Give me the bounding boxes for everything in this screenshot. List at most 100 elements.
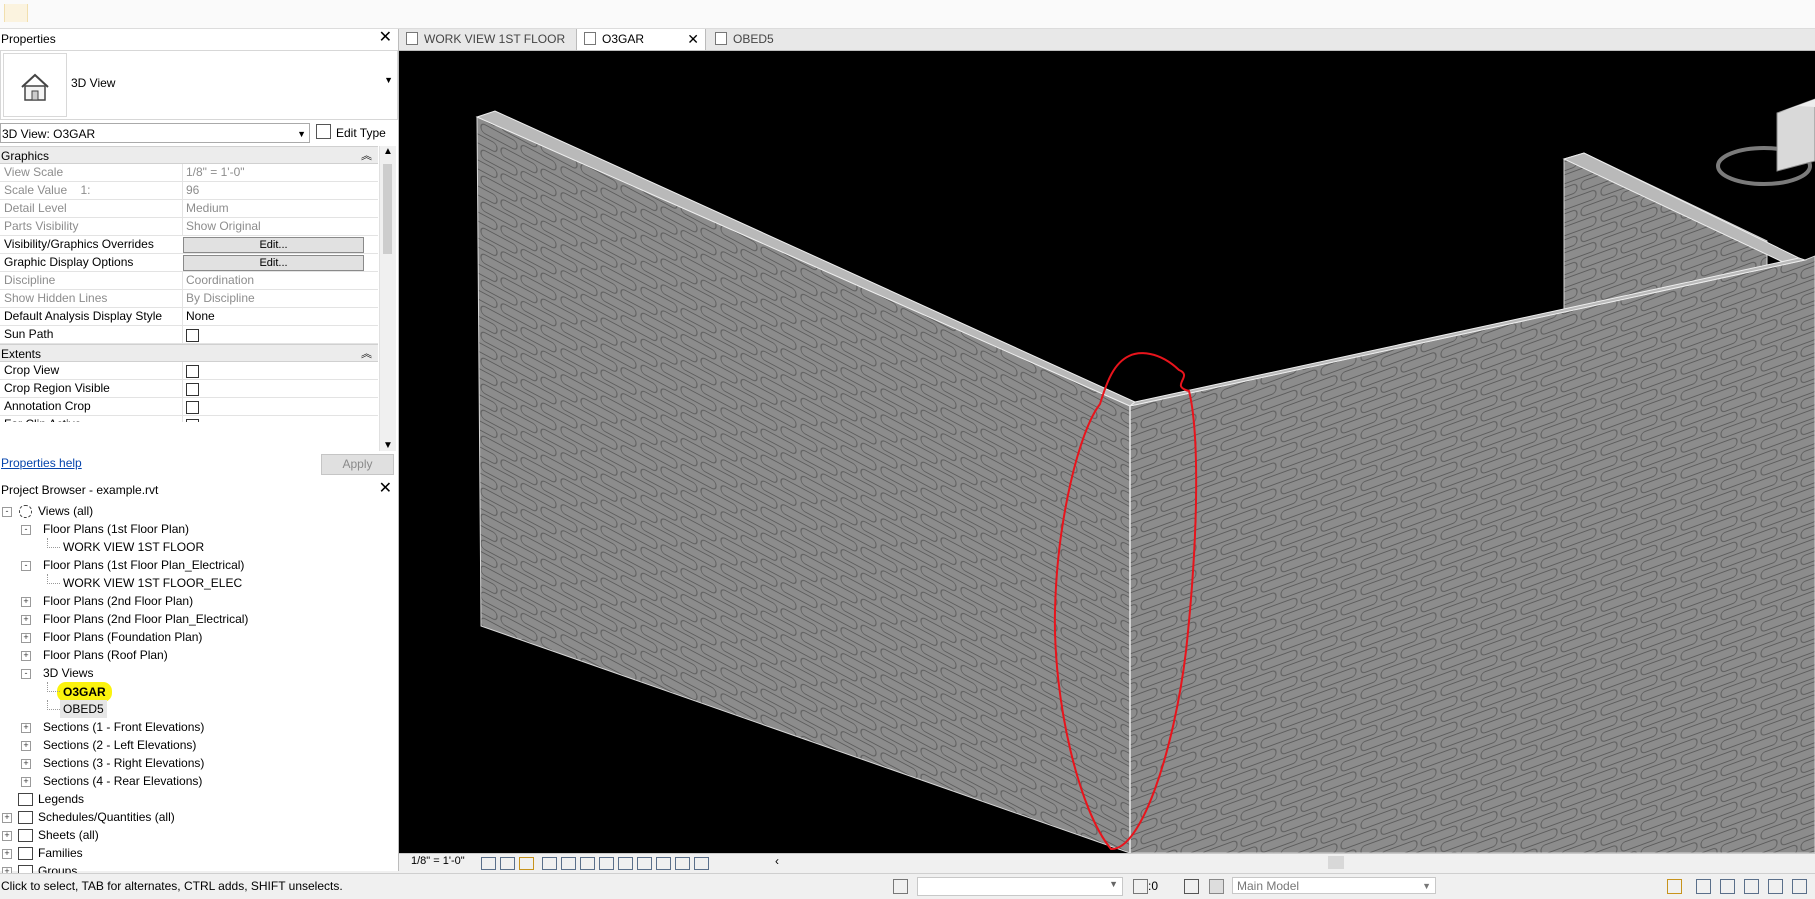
model-canvas[interactable] [399,51,1815,853]
properties-help-link[interactable]: Properties help [1,456,82,470]
left-wall[interactable] [476,116,1131,853]
crop-view-checkbox[interactable] [186,365,199,378]
expand-icon[interactable]: + [21,777,31,787]
collapse-icon[interactable]: ︽ [361,345,372,363]
edit-type-button[interactable]: Edit Type [316,123,386,143]
expand-icon[interactable]: + [21,759,31,769]
tree-item[interactable]: WORK VIEW 1ST FLOOR [0,538,390,556]
tree-item[interactable]: + Sections (2 - Left Elevations) [0,736,390,754]
tree-item[interactable]: WORK VIEW 1ST FLOOR_ELEC [0,574,390,592]
group-extents[interactable]: Extents ︽ [0,344,378,362]
tree-item[interactable]: Legends [0,790,390,808]
tree-item[interactable]: - Views (all) [0,502,390,520]
tree-item[interactable]: + Floor Plans (Roof Plan) [0,646,390,664]
tab-close-icon[interactable]: ✕ [687,29,699,50]
apply-button[interactable]: Apply [321,454,394,475]
prop-value[interactable]: None [182,308,376,325]
expand-icon[interactable]: + [21,651,31,661]
scroll-thumb[interactable] [383,164,392,254]
collapse-icon[interactable]: ︽ [361,147,372,165]
expand-icon[interactable]: + [2,849,12,859]
workset-icon[interactable] [893,879,908,894]
type-selector[interactable]: 3D View ▼ [0,50,398,120]
scroll-down-icon[interactable]: ▼ [383,440,393,451]
expand-icon[interactable]: + [21,633,31,643]
view-cube[interactable] [1716,98,1815,186]
tree-item[interactable]: + Schedules/Quantities (all) [0,808,390,826]
worksharing-icon[interactable] [675,857,690,870]
tree-item[interactable]: + Sections (1 - Front Elevations) [0,718,390,736]
scroll-up-icon[interactable]: ▲ [383,146,393,157]
tab-work-view-1st-floor[interactable]: WORK VIEW 1ST FLOOR [399,29,574,50]
tree-item[interactable]: + Sections (3 - Right Elevations) [0,754,390,772]
tab-obed5[interactable]: OBED5 [708,29,818,50]
group-graphics[interactable]: Graphics ︽ [0,146,378,164]
project-browser-close-icon[interactable]: ✕ [379,480,392,498]
visual-style-icon[interactable] [500,857,515,870]
expand-icon[interactable]: + [21,723,31,733]
expand-icon[interactable]: + [21,741,31,751]
tree-item[interactable]: OBED5 [0,700,390,718]
prop-value[interactable]: Medium [182,200,376,217]
tree-item[interactable]: + Families [0,844,390,862]
sun-path-icon[interactable] [519,857,534,870]
prop-value[interactable]: 96 [182,182,376,199]
prop-value[interactable]: Coordination [182,272,376,289]
collapse-icon[interactable]: - [21,561,31,571]
tree-item[interactable]: - Floor Plans (1st Floor Plan_Electrical) [0,556,390,574]
select-by-face-icon[interactable] [1744,879,1759,894]
tree-item[interactable]: + Sheets (all) [0,826,390,844]
horizontal-scroll-thumb[interactable] [1328,856,1344,869]
scale-selector[interactable]: 1/8" = 1'-0" [411,855,465,867]
crop-region-checkbox[interactable] [186,383,199,396]
properties-scrollbar[interactable]: ▲ ▼ [379,146,396,451]
tree-item[interactable]: + Sections (4 - Rear Elevations) [0,772,390,790]
drag-elements-icon[interactable] [1768,879,1783,894]
select-links-icon[interactable] [1667,879,1682,894]
expand-icon[interactable]: + [21,615,31,625]
show-crop-icon[interactable] [599,857,614,870]
collapse-icon[interactable]: - [2,507,12,517]
analytical-icon[interactable] [694,857,709,870]
tab-o3gar[interactable]: O3GAR ✕ [576,29,706,50]
far-clip-checkbox[interactable] [186,419,199,422]
tree-item[interactable]: + Floor Plans (2nd Floor Plan) [0,592,390,610]
design-options-icon[interactable] [1184,879,1199,894]
temp-hide-icon[interactable] [637,857,652,870]
tree-item[interactable]: - Floor Plans (1st Floor Plan) [0,520,390,538]
graphic-display-edit-button[interactable]: Edit... [183,255,364,271]
model-selector[interactable]: Main Model ▼ [1232,877,1436,894]
annotation-crop-checkbox[interactable] [186,401,199,414]
chevron-left-icon[interactable]: ‹ [775,854,779,868]
reveal-hidden-icon[interactable] [656,857,671,870]
workset-selector[interactable]: ▼ [917,877,1123,896]
shadows-icon[interactable] [542,857,557,870]
lock-view-icon[interactable] [618,857,633,870]
tree-item[interactable]: + Floor Plans (Foundation Plan) [0,628,390,646]
vg-edit-button[interactable]: Edit... [183,237,364,253]
tree-item[interactable]: O3GAR [0,682,390,702]
3d-viewport[interactable] [399,51,1815,853]
expand-icon[interactable]: + [2,831,12,841]
prop-value[interactable]: Show Original [182,218,376,235]
chevron-down-icon[interactable]: ▼ [384,75,393,85]
crop-view-icon[interactable] [580,857,595,870]
instance-selector[interactable]: 3D View: O3GAR ▼ [0,123,310,143]
prop-value[interactable]: 1/8" = 1'-0" [182,164,376,181]
right-wall[interactable] [1129,255,1815,853]
expand-icon[interactable]: + [21,597,31,607]
detail-level-icon[interactable] [481,857,496,870]
collapse-icon[interactable]: - [21,525,31,535]
tree-item[interactable]: - 3D Views [0,664,390,682]
collapse-icon[interactable]: - [21,669,31,679]
editable-only-icon[interactable] [1209,879,1224,894]
properties-close-icon[interactable]: ✕ [379,29,392,47]
tree-item[interactable]: + Floor Plans (2nd Floor Plan_Electrical) [0,610,390,628]
select-pinned-icon[interactable] [1720,879,1735,894]
sun-path-checkbox[interactable] [186,329,199,342]
select-underlay-icon[interactable] [1696,879,1711,894]
render-icon[interactable] [561,857,576,870]
filter-selection-icon[interactable] [1792,879,1807,894]
prop-value[interactable]: By Discipline [182,290,376,307]
expand-icon[interactable]: + [2,813,12,823]
